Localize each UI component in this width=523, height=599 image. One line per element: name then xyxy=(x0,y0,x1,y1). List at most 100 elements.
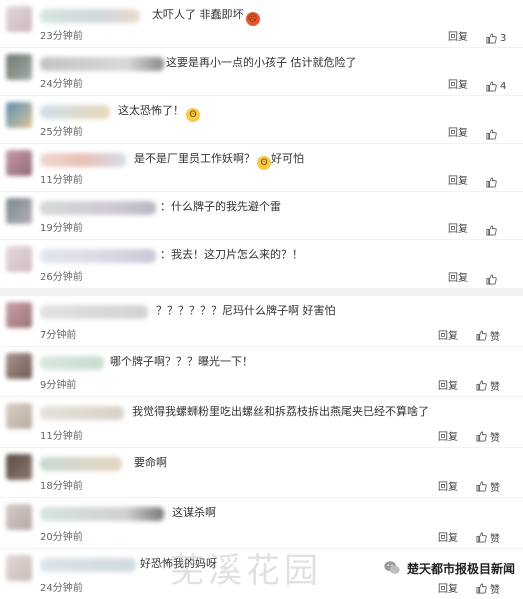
comment-panel-top: 太吓人了 非蠢即坏 ☹ 23分钟前 回复 3 这要是再小一点的小孩子 估计就危险了… xyxy=(0,0,523,288)
reply-button[interactable]: 回复 xyxy=(448,269,468,284)
avatar[interactable] xyxy=(6,504,32,530)
like-button[interactable]: 赞 xyxy=(476,479,500,494)
username[interactable] xyxy=(40,456,122,471)
reply-button[interactable]: 回复 xyxy=(438,529,458,544)
avatar[interactable] xyxy=(6,246,32,272)
like-button[interactable]: 3 xyxy=(486,33,506,44)
like-button[interactable]: 4 xyxy=(486,81,506,92)
like-button[interactable]: 赞 xyxy=(476,530,500,545)
username[interactable] xyxy=(40,355,104,370)
comment-text: 是不是厂里员工作妖啊？ ʘ 好可怕 xyxy=(134,152,304,170)
thumbs-up-icon xyxy=(486,225,497,236)
comment-text: 这要是再小一点的小孩子 估计就危险了 xyxy=(166,56,357,69)
username[interactable] xyxy=(40,57,164,71)
avatar[interactable] xyxy=(6,150,32,176)
comment-item: 哪个牌子啊？？？曝光一下！ 9分钟前 回复 赞 xyxy=(0,347,523,397)
username[interactable] xyxy=(40,507,164,521)
panel-divider xyxy=(0,288,523,296)
username[interactable] xyxy=(40,406,124,420)
timestamp: 24分钟前 xyxy=(40,79,83,90)
like-label: 赞 xyxy=(490,432,500,444)
username[interactable] xyxy=(40,557,136,572)
comment-item: 要命啊 18分钟前 回复 赞 xyxy=(0,448,523,498)
angry-emoji-icon: ☹ xyxy=(245,12,260,26)
timestamp: 19分钟前 xyxy=(40,223,83,234)
username[interactable] xyxy=(40,153,126,167)
timestamp: 9分钟前 xyxy=(40,380,77,391)
reply-button[interactable]: 回复 xyxy=(438,327,458,342)
comment-text: 好恐怖我的妈呀 xyxy=(140,556,217,570)
like-button[interactable]: 赞 xyxy=(476,581,500,596)
shocked-emoji-icon: ʘ xyxy=(186,108,200,122)
comment-text: 这谋杀啊 xyxy=(172,506,216,519)
like-label: 赞 xyxy=(490,585,500,596)
thumbs-up-icon xyxy=(486,177,497,188)
reply-button[interactable]: 回复 xyxy=(448,28,468,43)
like-count: 4 xyxy=(500,81,507,92)
comment-text: ：什么牌子的我先避个雷 xyxy=(160,200,281,213)
comment-item: 太吓人了 非蠢即坏 ☹ 23分钟前 回复 3 xyxy=(0,0,523,48)
comment-item: ：什么牌子的我先避个雷 19分钟前 回复 xyxy=(0,192,523,240)
comment-item: ：我去！这刀片怎么来的？！ 26分钟前 回复 xyxy=(0,240,523,288)
wechat-icon xyxy=(384,561,400,574)
thumbs-up-icon xyxy=(476,532,487,542)
comment-text: 哪个牌子啊？？？曝光一下！ xyxy=(110,354,253,368)
reply-button[interactable]: 回复 xyxy=(438,478,458,493)
like-button[interactable]: 赞 xyxy=(476,328,500,343)
like-label: 赞 xyxy=(490,483,500,494)
username[interactable] xyxy=(40,305,148,319)
like-count: 3 xyxy=(500,33,507,44)
shocked-emoji-icon: ʘ xyxy=(257,156,271,170)
avatar[interactable] xyxy=(6,453,32,480)
like-button[interactable]: 赞 xyxy=(476,378,500,393)
comment-item: 是不是厂里员工作妖啊？ ʘ 好可怕 11分钟前 回复 xyxy=(0,144,523,192)
avatar[interactable] xyxy=(6,6,32,32)
username[interactable] xyxy=(40,201,156,215)
comment-item: ？？？？？？尼玛什么牌子啊 好害怕 7分钟前 回复 赞 xyxy=(0,296,523,347)
like-button[interactable] xyxy=(486,274,500,285)
reply-button[interactable]: 回复 xyxy=(448,124,468,139)
comment-text: 我觉得我螺蛳粉里吃出螺丝和拆荔枝拆出燕尾夹已经不算啥了 xyxy=(132,405,429,418)
avatar[interactable] xyxy=(6,403,32,429)
comment-item: 这要是再小一点的小孩子 估计就危险了 24分钟前 回复 4 xyxy=(0,48,523,96)
username[interactable] xyxy=(40,249,156,263)
like-button[interactable] xyxy=(486,225,500,236)
comment-item: 这太恐怖了！ ʘ 25分钟前 回复 xyxy=(0,96,523,144)
comment-text: 太吓人了 非蠢即坏 ☹ xyxy=(152,7,260,26)
reply-button[interactable]: 回复 xyxy=(438,377,458,392)
like-button[interactable] xyxy=(486,177,500,188)
avatar[interactable] xyxy=(6,198,32,224)
timestamp: 11分钟前 xyxy=(40,175,83,186)
thumbs-up-icon xyxy=(476,481,487,492)
comment-item: 我觉得我螺蛳粉里吃出螺丝和拆荔枝拆出燕尾夹已经不算啥了 11分钟前 回复 赞 xyxy=(0,397,523,448)
reply-button[interactable]: 回复 xyxy=(438,580,458,595)
reply-button[interactable]: 回复 xyxy=(438,428,458,443)
comment-text: 这太恐怖了！ ʘ xyxy=(118,103,200,122)
comment-panel-bottom: ？？？？？？尼玛什么牌子啊 好害怕 7分钟前 回复 赞 哪个牌子啊？？？曝光一下… xyxy=(0,296,523,599)
avatar[interactable] xyxy=(6,352,32,379)
reply-button[interactable]: 回复 xyxy=(448,76,468,91)
thumbs-up-icon xyxy=(476,431,487,441)
timestamp: 11分钟前 xyxy=(40,430,83,442)
thumbs-up-icon xyxy=(486,81,497,92)
comment-text: 要命啊 xyxy=(134,455,167,469)
reply-button[interactable]: 回复 xyxy=(448,172,468,187)
timestamp: 18分钟前 xyxy=(40,481,83,492)
thumbs-up-icon xyxy=(486,274,497,285)
thumbs-up-icon xyxy=(486,33,497,44)
reply-button[interactable]: 回复 xyxy=(448,220,468,235)
avatar[interactable] xyxy=(6,302,32,328)
timestamp: 26分钟前 xyxy=(40,272,83,283)
like-button[interactable] xyxy=(486,129,500,140)
username[interactable] xyxy=(40,9,140,23)
like-label: 赞 xyxy=(490,382,500,393)
avatar[interactable] xyxy=(6,554,32,581)
avatar[interactable] xyxy=(6,102,32,128)
thumbs-up-icon xyxy=(476,583,487,594)
like-label: 赞 xyxy=(490,331,500,343)
source-attribution: 楚天都市报极目新闻 xyxy=(383,559,515,577)
comment-text: ？？？？？？尼玛什么牌子啊 好害怕 xyxy=(156,304,336,317)
avatar[interactable] xyxy=(6,54,32,80)
username[interactable] xyxy=(40,105,110,119)
like-button[interactable]: 赞 xyxy=(476,429,500,444)
